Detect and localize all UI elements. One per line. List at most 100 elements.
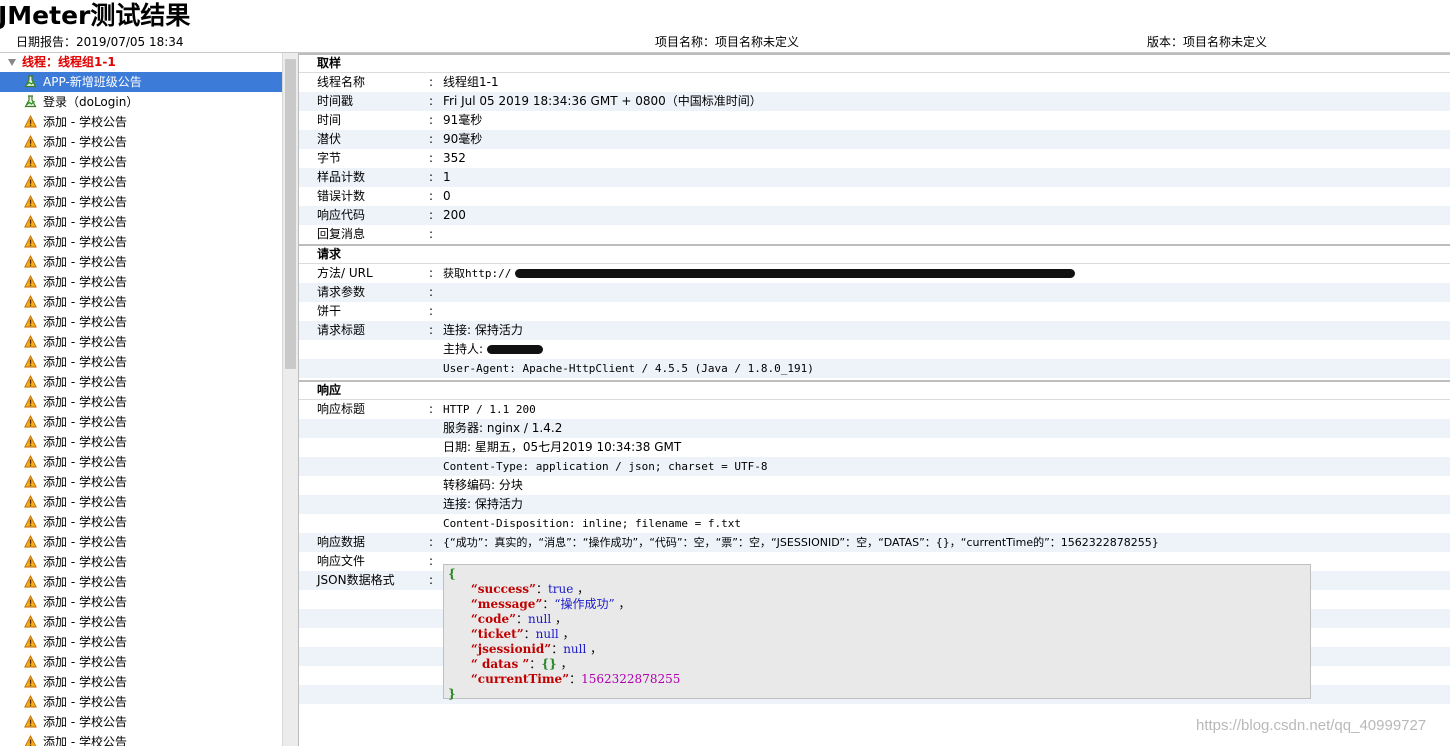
json-viewer: { “success”：true ， “message”：“操作成功” ， “c… bbox=[443, 564, 1311, 701]
tree-item-label: 添加 - 学校公告 bbox=[43, 675, 127, 689]
response-header-row: 连接: 保持活力 bbox=[299, 495, 1450, 514]
tree-item[interactable]: 添加 - 学校公告 bbox=[0, 432, 282, 452]
tree-item-label: 添加 - 学校公告 bbox=[43, 155, 127, 169]
tree-item[interactable]: 添加 - 学校公告 bbox=[0, 232, 282, 252]
tree-item[interactable]: 添加 - 学校公告 bbox=[0, 392, 282, 412]
tree-item[interactable]: 添加 - 学校公告 bbox=[0, 452, 282, 472]
tree-item[interactable]: 添加 - 学校公告 bbox=[0, 712, 282, 732]
tree-item[interactable]: 添加 - 学校公告 bbox=[0, 372, 282, 392]
tree-item-label: 添加 - 学校公告 bbox=[43, 455, 127, 469]
sample-key: 样品计数 bbox=[317, 170, 366, 184]
tree-item[interactable]: 添加 - 学校公告 bbox=[0, 132, 282, 152]
sample-value: 200 bbox=[443, 208, 466, 222]
tree-item[interactable]: 添加 - 学校公告 bbox=[0, 652, 282, 672]
tree-item-label: 登录（doLogin） bbox=[43, 95, 139, 109]
response-header-row: 转移编码: 分块 bbox=[299, 476, 1450, 495]
response-header-line: HTTP / 1.1 200 bbox=[443, 403, 536, 416]
report-info-row: 日期报告：2019/07/05 18:34 项目名称：项目名称未定义 版本：项目… bbox=[0, 33, 1450, 51]
tree-item[interactable]: 添加 - 学校公告 bbox=[0, 672, 282, 692]
request-header-host: 主持人: bbox=[299, 340, 1450, 359]
warning-icon bbox=[24, 555, 37, 568]
sample-value: 0 bbox=[443, 189, 451, 203]
warning-icon bbox=[24, 475, 37, 488]
sample-value: 352 bbox=[443, 151, 466, 165]
tree-item[interactable]: 添加 - 学校公告 bbox=[0, 352, 282, 372]
warning-icon bbox=[24, 735, 37, 746]
tree-item-label: 添加 - 学校公告 bbox=[43, 295, 127, 309]
tree-item[interactable]: 添加 - 学校公告 bbox=[0, 552, 282, 572]
tree-item[interactable]: 添加 - 学校公告 bbox=[0, 212, 282, 232]
tree-item[interactable]: 添加 - 学校公告 bbox=[0, 192, 282, 212]
sample-tree: 线程：线程组1-1 APP-新增班级公告 登录（doLogin） 添加 - 学校公告… bbox=[0, 53, 282, 746]
tree-item[interactable]: 添加 - 学校公告 bbox=[0, 512, 282, 532]
collapse-arrow-icon[interactable] bbox=[8, 59, 16, 66]
redacted-url bbox=[515, 269, 1076, 278]
warning-icon bbox=[24, 195, 37, 208]
warning-icon bbox=[24, 495, 37, 508]
json-line: “currentTime”：1562322878255 bbox=[470, 672, 681, 686]
tree-item-label: 添加 - 学校公告 bbox=[43, 235, 127, 249]
method-url-value: 获取http:// bbox=[443, 264, 1076, 283]
json-line: “jsessionid”：null ， bbox=[470, 642, 603, 656]
tree-item-label: 添加 - 学校公告 bbox=[43, 135, 127, 149]
tree-item-label: 添加 - 学校公告 bbox=[43, 595, 127, 609]
tree-item[interactable]: 添加 - 学校公告 bbox=[0, 572, 282, 592]
tree-item[interactable]: 登录（doLogin） bbox=[0, 92, 282, 112]
sample-value: Fri Jul 05 2019 18:34:36 GMT + 0800（中国标准… bbox=[443, 94, 762, 108]
json-line: “code”：null ， bbox=[470, 612, 568, 626]
sample-key: 时间戳 bbox=[317, 94, 354, 108]
tree-item-label: 添加 - 学校公告 bbox=[43, 255, 127, 269]
warning-icon bbox=[24, 235, 37, 248]
response-header-line: 服务器: nginx / 1.4.2 bbox=[443, 421, 563, 435]
method-url-key: 方法/ URL bbox=[317, 266, 373, 280]
tree-item[interactable]: 添加 - 学校公告 bbox=[0, 732, 282, 746]
tree-item-label: APP-新增班级公告 bbox=[43, 75, 142, 89]
project-name: 项目名称：项目名称未定义 bbox=[655, 35, 800, 49]
page-title: JMeter测试结果 bbox=[0, 1, 191, 30]
tree-item[interactable]: 添加 - 学校公告 bbox=[0, 472, 282, 492]
tree-item[interactable]: 添加 - 学校公告 bbox=[0, 112, 282, 132]
tree-item-label: 添加 - 学校公告 bbox=[43, 555, 127, 569]
tree-scrollbar[interactable] bbox=[282, 53, 299, 746]
warning-icon bbox=[24, 615, 37, 628]
tree-item[interactable]: 添加 - 学校公告 bbox=[0, 332, 282, 352]
tree-item[interactable]: 添加 - 学校公告 bbox=[0, 152, 282, 172]
tree-item[interactable]: 添加 - 学校公告 bbox=[0, 632, 282, 652]
tree-group-thread[interactable]: 线程：线程组1-1 bbox=[0, 53, 282, 72]
tree-item[interactable]: 添加 - 学校公告 bbox=[0, 692, 282, 712]
tree-item[interactable]: 添加 - 学校公告 bbox=[0, 612, 282, 632]
sample-key: 响应代码 bbox=[317, 208, 366, 222]
tree-item[interactable]: 添加 - 学校公告 bbox=[0, 492, 282, 512]
tree-item-label: 添加 - 学校公告 bbox=[43, 375, 127, 389]
warning-icon bbox=[24, 455, 37, 468]
tree-item[interactable]: 添加 - 学校公告 bbox=[0, 412, 282, 432]
tree-item[interactable]: 添加 - 学校公告 bbox=[0, 592, 282, 612]
sample-value: 线程组1-1 bbox=[443, 75, 499, 89]
request-method-row: 方法/ URL : 获取http:// bbox=[299, 264, 1450, 283]
tree-item-label: 添加 - 学校公告 bbox=[43, 215, 127, 229]
warning-icon bbox=[24, 595, 37, 608]
tree-item[interactable]: 添加 - 学校公告 bbox=[0, 252, 282, 272]
response-header-line: 转移编码: 分块 bbox=[443, 478, 523, 492]
tree-item[interactable]: 添加 - 学校公告 bbox=[0, 172, 282, 192]
warning-icon bbox=[24, 335, 37, 348]
scrollbar-thumb[interactable] bbox=[285, 59, 296, 369]
sample-key: 回复消息 bbox=[317, 227, 366, 241]
warning-icon bbox=[24, 155, 37, 168]
tree-item-label: 添加 - 学校公告 bbox=[43, 495, 127, 509]
tree-item[interactable]: 添加 - 学校公告 bbox=[0, 272, 282, 292]
request-params-row: 请求参数: bbox=[299, 283, 1450, 302]
tree-item[interactable]: APP-新增班级公告 bbox=[0, 72, 282, 92]
warning-icon bbox=[24, 175, 37, 188]
warning-icon bbox=[24, 435, 37, 448]
version-label: 版本：项目名称未定义 bbox=[1147, 35, 1268, 49]
tree-item[interactable]: 添加 - 学校公告 bbox=[0, 312, 282, 332]
tree-item[interactable]: 添加 - 学校公告 bbox=[0, 292, 282, 312]
tree-group-label: 线程：线程组1-1 bbox=[22, 55, 116, 69]
tree-item-label: 添加 - 学校公告 bbox=[43, 115, 127, 129]
warning-icon bbox=[24, 575, 37, 588]
tree-item[interactable]: 添加 - 学校公告 bbox=[0, 532, 282, 552]
redacted-host bbox=[486, 345, 543, 354]
sample-key: 时间 bbox=[317, 113, 342, 127]
response-header-line: 日期: 星期五，05七月2019 10:34:38 GMT bbox=[443, 440, 682, 454]
